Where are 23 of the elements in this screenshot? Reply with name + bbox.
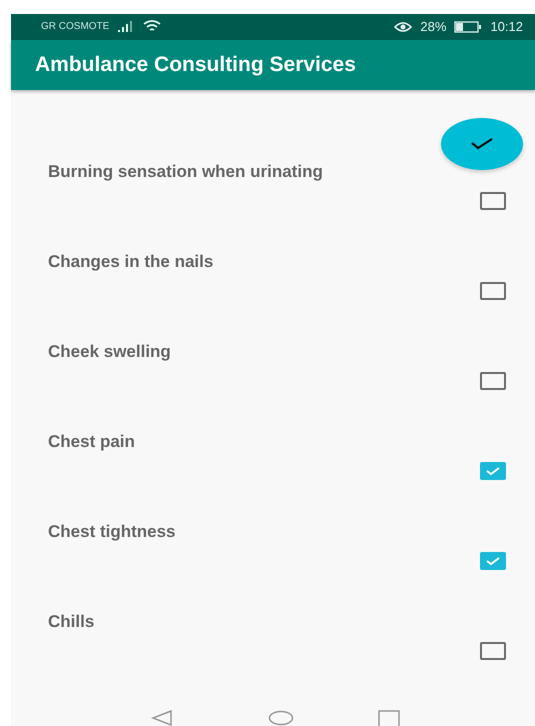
battery-icon xyxy=(454,20,482,33)
recents-icon[interactable] xyxy=(378,710,400,726)
checkbox[interactable] xyxy=(480,552,506,570)
checkbox[interactable] xyxy=(480,462,506,480)
symptom-label: Changes in the nails xyxy=(48,252,214,272)
home-icon[interactable] xyxy=(268,710,294,726)
app-title: Ambulance Consulting Services xyxy=(35,52,356,77)
carrier-name: GR COSMOTE xyxy=(41,21,110,32)
checkbox[interactable] xyxy=(480,282,506,300)
symptom-label: Burning sensation when urinating xyxy=(48,162,323,182)
back-icon[interactable] xyxy=(151,710,173,726)
check-icon xyxy=(470,137,494,151)
eye-icon xyxy=(394,20,412,33)
checkbox[interactable] xyxy=(480,642,506,660)
symptom-label: Chest pain xyxy=(48,432,135,452)
checkbox[interactable] xyxy=(480,372,506,390)
wifi-icon xyxy=(143,20,162,34)
symptom-label: Chest tightness xyxy=(48,522,176,542)
symptom-label: Cheek swelling xyxy=(48,342,171,362)
symptom-label: Chills xyxy=(48,612,94,632)
battery-level: 28% xyxy=(420,19,446,34)
clock: 10:12 xyxy=(490,19,523,34)
checkbox[interactable] xyxy=(480,192,506,210)
